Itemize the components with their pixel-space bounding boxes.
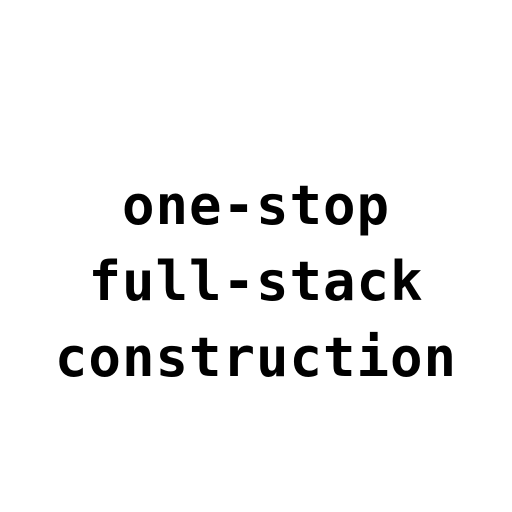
text-line-2: full-stack [88,250,424,313]
text-block: one-stop full-stack construction [0,168,512,396]
text-line-1: one-stop [121,174,391,237]
image-canvas: one-stop full-stack construction [0,0,512,512]
text-line-3: construction [54,326,458,389]
